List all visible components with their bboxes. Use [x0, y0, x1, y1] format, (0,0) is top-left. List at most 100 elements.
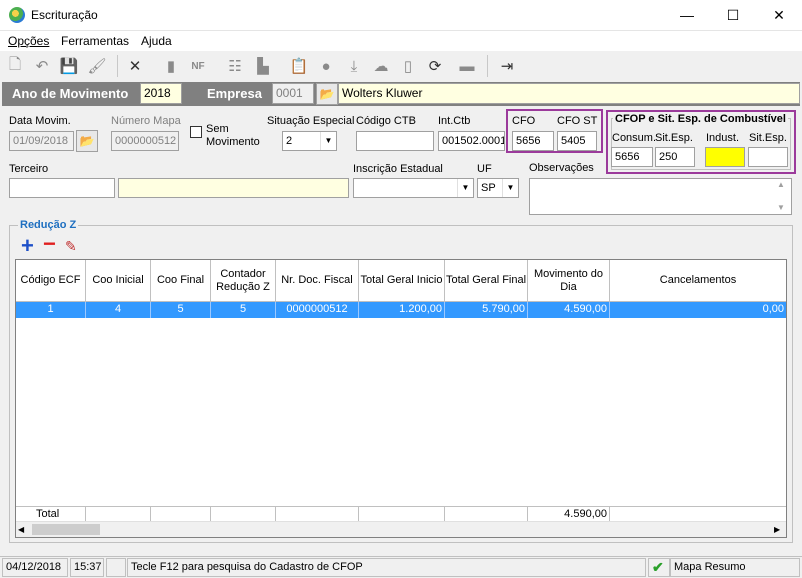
- window-title: Escrituração: [31, 8, 98, 22]
- chevron-down-icon[interactable]: ▼: [457, 179, 473, 197]
- numero-mapa-input[interactable]: 0000000512: [111, 131, 179, 151]
- cfo-st-input[interactable]: 5405: [557, 131, 597, 151]
- inscricao-label: Inscrição Estadual: [353, 163, 443, 175]
- reducao-grid[interactable]: Código ECF Coo Inicial Coo Final Contado…: [15, 259, 787, 538]
- sem-movimento-label: Sem Movimento: [206, 123, 260, 148]
- int-ctb-input[interactable]: 001502.0001: [438, 131, 505, 151]
- edit-icon[interactable]: ✎: [65, 238, 77, 255]
- document-icon[interactable]: ▮: [161, 56, 181, 76]
- close-button[interactable]: ✕: [756, 0, 802, 31]
- consum-input[interactable]: 5656: [611, 147, 653, 167]
- nfe-icon[interactable]: NF: [188, 56, 208, 76]
- table-cell[interactable]: 0,00: [610, 302, 786, 318]
- save-icon[interactable]: 💾: [59, 56, 79, 76]
- book-icon[interactable]: ▯: [398, 56, 418, 76]
- undo-icon[interactable]: ↶: [32, 56, 52, 76]
- total-cell: [151, 506, 211, 522]
- chevron-down-icon[interactable]: ▼: [320, 132, 336, 150]
- total-cell: [211, 506, 276, 522]
- table-cell[interactable]: 5: [211, 302, 276, 318]
- observacoes-textarea[interactable]: [529, 178, 792, 215]
- data-folder-icon[interactable]: 📂: [76, 130, 98, 152]
- col-contador-reducao[interactable]: Contador Redução Z: [211, 260, 276, 302]
- col-cancelamentos[interactable]: Cancelamentos: [610, 260, 786, 302]
- combustivel-title: CFOP e Sit. Esp. de Combustível: [613, 113, 788, 125]
- scroll-up-icon[interactable]: ▲: [777, 180, 785, 189]
- terceiro-code-input[interactable]: [9, 178, 115, 198]
- ano-label: Ano de Movimento: [12, 86, 129, 101]
- minus-icon[interactable]: ▬: [457, 56, 477, 76]
- cloud-icon[interactable]: ☁: [371, 56, 391, 76]
- report-icon[interactable]: 📋: [289, 56, 309, 76]
- col-total-geral-final[interactable]: Total Geral Final: [445, 260, 528, 302]
- cfo-st-label: CFO ST: [557, 115, 598, 127]
- total-movimento: 4.590,00: [528, 506, 610, 522]
- scroll-left-icon[interactable]: ◀: [18, 525, 24, 534]
- int-ctb-label: Int.Ctb: [438, 115, 471, 127]
- codigo-ctb-input[interactable]: [356, 131, 434, 151]
- col-codigo-ecf[interactable]: Código ECF: [16, 260, 86, 302]
- brush-icon[interactable]: 🖌: [87, 56, 107, 76]
- menu-ajuda[interactable]: Ajuda: [141, 34, 172, 48]
- remove-icon[interactable]: −: [43, 233, 56, 255]
- add-icon[interactable]: +: [21, 235, 34, 257]
- download-icon[interactable]: ⤓: [344, 56, 364, 76]
- uf-label: UF: [477, 163, 492, 175]
- empresa-folder-icon[interactable]: 📂: [316, 83, 338, 105]
- table-cell[interactable]: 4.590,00: [528, 302, 610, 318]
- data-movim-label: Data Movim.: [9, 115, 71, 127]
- new-icon[interactable]: 🗋: [5, 56, 25, 76]
- pig-icon[interactable]: ●: [316, 56, 336, 76]
- terceiro-name-input[interactable]: [118, 178, 349, 198]
- col-nr-doc-fiscal[interactable]: Nr. Doc. Fiscal: [276, 260, 359, 302]
- total-cell: [359, 506, 445, 522]
- sync-icon[interactable]: ⟳: [425, 56, 445, 76]
- table-cell[interactable]: 5.790,00: [445, 302, 528, 318]
- table-cell[interactable]: 1.200,00: [359, 302, 445, 318]
- menu-ferramentas[interactable]: Ferramentas: [61, 34, 129, 48]
- total-label: Total: [16, 506, 86, 522]
- uf-select[interactable]: SP ▼: [477, 178, 519, 198]
- minimize-button[interactable]: —: [664, 0, 710, 31]
- sit-esp-input[interactable]: 250: [655, 147, 695, 167]
- consum-label: Consum.: [612, 132, 657, 144]
- empresa-code-input[interactable]: 0001: [272, 83, 314, 104]
- maximize-button[interactable]: ☐: [710, 0, 756, 31]
- col-total-geral-inicio[interactable]: Total Geral Inicio: [359, 260, 445, 302]
- col-coo-inicial[interactable]: Coo Inicial: [86, 260, 151, 302]
- col-movimento-dia[interactable]: Movimento do Dia: [528, 260, 610, 302]
- table-cell[interactable]: 0000000512: [276, 302, 359, 318]
- horizontal-scrollbar[interactable]: ◀ ▶: [16, 521, 786, 537]
- app-icon: [9, 7, 25, 23]
- indust-input[interactable]: [705, 147, 745, 167]
- table-cell[interactable]: 4: [86, 302, 151, 318]
- table-cell[interactable]: 5: [151, 302, 211, 318]
- ano-input[interactable]: 2018: [140, 83, 182, 104]
- tree-icon[interactable]: ☷: [225, 56, 245, 76]
- col-coo-final[interactable]: Coo Final: [151, 260, 211, 302]
- total-cell: [276, 506, 359, 522]
- uf-value: SP: [481, 182, 496, 194]
- sem-movimento-checkbox[interactable]: [190, 126, 202, 138]
- chevron-down-icon[interactable]: ▼: [502, 179, 518, 197]
- table-cell[interactable]: 1: [16, 302, 86, 318]
- sit-esp2-label: Sit.Esp.: [749, 132, 787, 144]
- exit-icon[interactable]: ⇥: [497, 56, 517, 76]
- sit-esp2-input[interactable]: [748, 147, 788, 167]
- truck-icon[interactable]: ▙: [253, 56, 273, 76]
- terceiro-label: Terceiro: [9, 163, 49, 175]
- inscricao-select[interactable]: ▼: [353, 178, 474, 198]
- reducao-title: Redução Z: [18, 219, 79, 231]
- total-cell: [86, 506, 151, 522]
- scroll-right-icon[interactable]: ▶: [774, 525, 780, 534]
- data-movim-input[interactable]: 01/09/2018: [9, 131, 74, 151]
- scroll-down-icon[interactable]: ▼: [777, 203, 785, 212]
- cfo-label: CFO: [512, 115, 536, 127]
- scrollbar-thumb[interactable]: [32, 524, 100, 535]
- menu-opcoes[interactable]: Opções: [8, 34, 49, 48]
- sit-esp-label: Sit.Esp.: [655, 132, 693, 144]
- empresa-name-input[interactable]: Wolters Kluwer: [338, 83, 800, 104]
- situacao-select[interactable]: 2 ▼: [282, 131, 337, 151]
- cfo-input[interactable]: 5656: [512, 131, 554, 151]
- cut-icon[interactable]: ✕: [125, 56, 145, 76]
